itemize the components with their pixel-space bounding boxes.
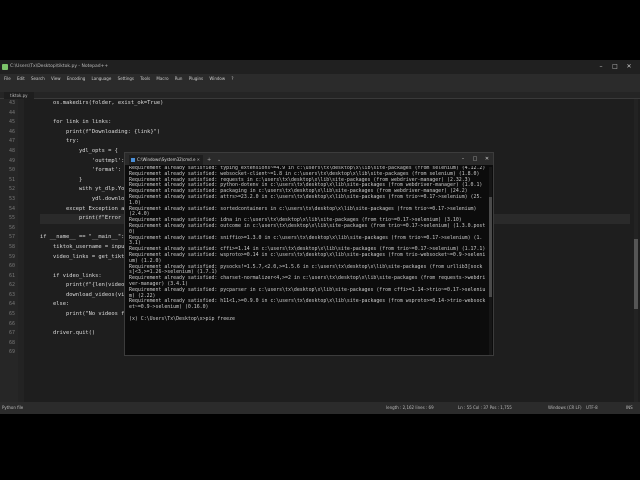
close-icon[interactable]: ✕ xyxy=(622,60,636,74)
status-eol[interactable]: Windows (CR LF) xyxy=(548,402,582,414)
cmd-icon xyxy=(131,158,135,162)
code-line: print(f"Downloading: {link}") xyxy=(40,128,161,135)
terminal-scrollbar[interactable] xyxy=(489,167,492,355)
terminal-tab[interactable]: C:\Windows\System32\cmd.e ✕ xyxy=(129,155,203,165)
code-line: try: xyxy=(40,138,79,145)
terminal-line: Requirement already satisfied: wsproto>=… xyxy=(129,251,486,264)
line-number: 69 xyxy=(8,349,15,356)
close-icon[interactable]: ✕ xyxy=(481,153,493,165)
menu-encoding[interactable]: Encoding xyxy=(67,76,85,81)
menu-file[interactable]: File xyxy=(4,76,11,81)
menu-help[interactable]: ? xyxy=(231,76,233,81)
line-number: 64 xyxy=(8,301,15,308)
editor-window-controls: – □ ✕ xyxy=(594,60,636,74)
line-number: 63 xyxy=(8,291,15,298)
line-number: 56 xyxy=(8,224,15,231)
menu-edit[interactable]: Edit xyxy=(17,76,25,81)
status-length: length : 2,162 lines : 69 xyxy=(386,405,434,410)
line-number: 66 xyxy=(8,320,15,327)
line-number-gutter: 43 44 45 46 47 48 49 50 51 52 53 54 55 56 57 58 59 60 61 62… xyxy=(0,99,18,402)
editor-tab-bar: tiktok.py xyxy=(0,92,640,99)
line-number: 51 xyxy=(8,176,15,183)
line-number: 62 xyxy=(8,282,15,289)
status-encoding[interactable]: UTF-8 xyxy=(586,402,598,414)
line-number: 45 xyxy=(8,119,15,126)
editor-scroll-thumb[interactable] xyxy=(634,239,638,309)
code-line: os.makedirs(folder, exist_ok=True) xyxy=(40,100,164,106)
editor-status-bar: Python file length : 2,162 lines : 69 Ln… xyxy=(0,402,640,414)
code-line: for link in links: xyxy=(40,119,112,126)
terminal-scroll-thumb[interactable] xyxy=(489,197,492,297)
status-position: Ln : 55 Col : 37 Pos : 1,755 xyxy=(458,405,512,410)
line-number: 57 xyxy=(8,234,15,241)
status-file-type: Python file xyxy=(2,405,24,410)
fold-margin[interactable] xyxy=(18,99,24,402)
line-number: 49 xyxy=(8,157,15,164)
minimize-icon[interactable]: – xyxy=(594,60,608,74)
line-number: 67 xyxy=(8,330,15,337)
minimize-icon[interactable]: – xyxy=(457,153,469,165)
line-number: 59 xyxy=(8,253,15,260)
menu-language[interactable]: Language xyxy=(92,76,112,81)
maximize-icon[interactable]: □ xyxy=(469,153,481,165)
terminal-line: Requirement already satisfied: outcome i… xyxy=(129,222,486,235)
tab-close-icon[interactable]: ✕ xyxy=(197,155,200,165)
menu-view[interactable]: View xyxy=(51,76,61,81)
tab-tiktok-py[interactable]: tiktok.py xyxy=(4,92,34,99)
menu-search[interactable]: Search xyxy=(31,76,45,81)
new-tab-icon[interactable]: + xyxy=(207,155,211,165)
notepad-app-icon xyxy=(2,64,8,70)
line-number: 65 xyxy=(8,311,15,318)
menu-window[interactable]: Window xyxy=(209,76,225,81)
terminal-line: Requirement already satisfied: charset-n… xyxy=(129,275,486,287)
terminal-output[interactable]: Requirement already satisfied: typing_ex… xyxy=(129,166,487,354)
terminal-line: Requirement already satisfied: h11<1,>=0… xyxy=(129,298,486,311)
line-number: 43 xyxy=(8,100,15,106)
status-mode: INS xyxy=(626,405,633,410)
terminal-tab-title: C:\Windows\System32\cmd.e xyxy=(137,157,196,162)
terminal-window: C:\Windows\System32\cmd.e ✕ + ⌄ – □ ✕ Requ… xyxy=(124,152,494,356)
line-number: 61 xyxy=(8,272,15,279)
terminal-line: Requirement already satisfied: attrs>=23… xyxy=(129,193,483,206)
line-number: 60 xyxy=(8,263,15,270)
line-number: 48 xyxy=(8,147,15,154)
line-number: 52 xyxy=(8,186,15,193)
menu-tools[interactable]: Tools xyxy=(140,76,150,81)
line-number: 68 xyxy=(8,339,15,346)
editor-toolbar xyxy=(0,83,640,98)
line-number: 55 xyxy=(8,215,15,222)
maximize-icon[interactable]: □ xyxy=(608,60,622,74)
menu-macro[interactable]: Macro xyxy=(156,76,168,81)
menu-settings[interactable]: Settings xyxy=(118,76,134,81)
line-number: 53 xyxy=(8,195,15,202)
editor-menu-bar: File Edit Search View Encoding Language … xyxy=(0,74,640,83)
line-number: 44 xyxy=(8,109,15,116)
line-number: 47 xyxy=(8,138,15,145)
chevron-down-icon[interactable]: ⌄ xyxy=(217,155,221,165)
menu-plugins[interactable]: Plugins xyxy=(189,76,203,81)
editor-title-bar[interactable]: C:\Users\Tx\Desktop\tiktok.py - Notepad+… xyxy=(0,60,640,74)
line-number: 50 xyxy=(8,167,15,174)
menu-run[interactable]: Run xyxy=(175,76,183,81)
line-number: 58 xyxy=(8,243,15,250)
editor-title-text: C:\Users\Tx\Desktop\tiktok.py - Notepad+… xyxy=(10,64,109,69)
terminal-window-controls: – □ ✕ xyxy=(457,153,493,165)
editor-vertical-scrollbar[interactable] xyxy=(634,99,638,402)
line-number: 46 xyxy=(8,128,15,135)
terminal-prompt: (x) C:\Users\Tx\Desktop\x>pip freeze xyxy=(129,315,235,322)
terminal-title-bar[interactable]: C:\Windows\System32\cmd.e ✕ + ⌄ – □ ✕ xyxy=(125,153,493,165)
line-number: 54 xyxy=(8,205,15,212)
